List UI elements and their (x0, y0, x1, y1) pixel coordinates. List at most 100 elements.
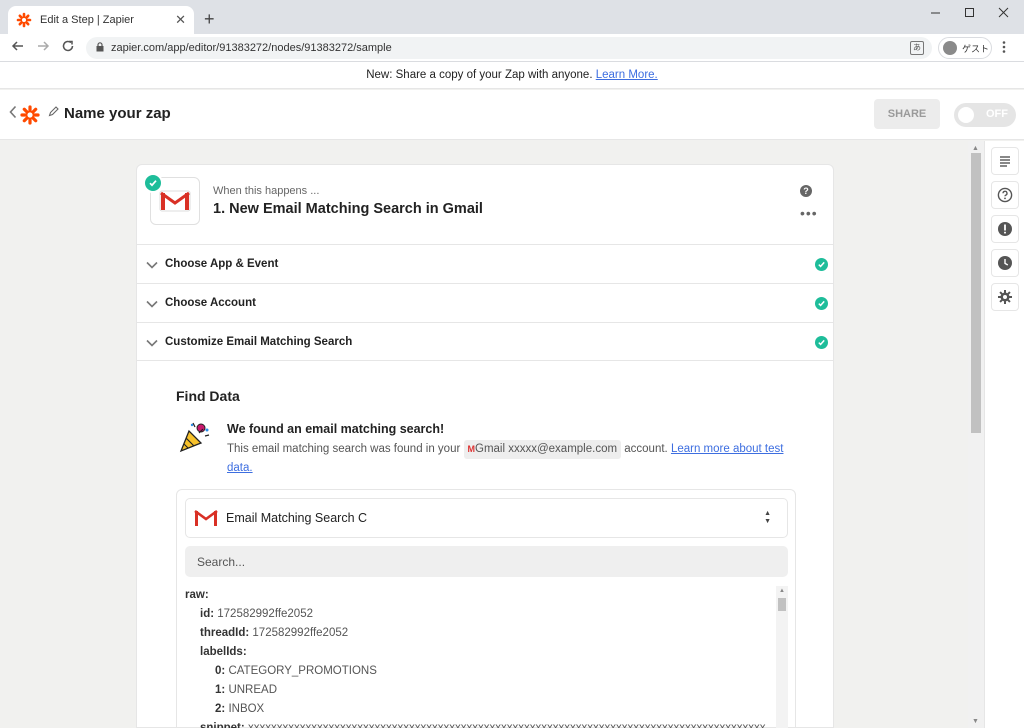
sample-scrollbar[interactable]: ▲ (776, 586, 788, 728)
check-circle-icon (815, 258, 828, 271)
check-circle-icon (815, 336, 828, 349)
found-title: We found an email matching search! (227, 422, 445, 436)
found-description: This email matching search was found in … (227, 440, 797, 478)
tree-row[interactable]: snippet: xxxxxxxxxxxxxxxxxxxxxxxxxxxxxxx… (185, 719, 775, 728)
tree-key: snippet: (200, 722, 245, 728)
tab-close-icon[interactable]: ✕ (175, 12, 186, 28)
party-popper-icon (177, 421, 211, 455)
chevron-down-icon (146, 258, 158, 272)
sample-data-panel: Email Matching Search C ▲▼ raw: id: 1725… (176, 489, 796, 728)
step-complete-check-icon (143, 173, 163, 193)
tree-value: 172582992ffe2052 (252, 627, 349, 639)
tree-key: raw: (185, 589, 209, 601)
tree-row[interactable]: 2: INBOX (185, 700, 775, 719)
tree-row[interactable]: raw: (185, 586, 775, 605)
gmail-mini-icon: M (467, 444, 476, 454)
scrollbar-thumb[interactable] (778, 598, 786, 611)
section-choose-app-event[interactable]: Choose App & Event (137, 244, 833, 283)
banner-learn-more-link[interactable]: Learn More. (596, 69, 658, 81)
tree-key: id: (200, 608, 215, 620)
alert-icon[interactable] (991, 215, 1019, 243)
profile-button[interactable]: ゲスト (938, 37, 992, 59)
found-desc-text: This email matching search was found in … (227, 443, 461, 455)
scroll-up-icon[interactable]: ▲ (779, 588, 785, 594)
translate-icon[interactable]: あ (910, 41, 924, 55)
step-card: When this happens ... 1. New Email Match… (136, 164, 834, 728)
browser-tab[interactable]: Edit a Step | Zapier ✕ (8, 6, 194, 34)
reload-icon[interactable] (61, 39, 75, 56)
tree-value: CATEGORY_PROMOTIONS (228, 665, 377, 677)
tree-key: labelIds: (200, 646, 247, 658)
trigger-subtitle: When this happens ... (213, 185, 320, 197)
new-tab-button[interactable]: + (204, 9, 215, 29)
maximize-icon[interactable] (964, 6, 975, 21)
tree-key: 2: (215, 703, 226, 715)
tree-row[interactable]: 0: CATEGORY_PROMOTIONS (185, 662, 775, 681)
account-pill-label: Gmail xxxxx@example.com (475, 443, 618, 455)
section-choose-account[interactable]: Choose Account (137, 283, 833, 322)
details-icon[interactable] (991, 147, 1019, 175)
history-icon[interactable] (991, 249, 1019, 277)
tree-value: xxxxxxxxxxxxxxxxxxxxxxxxxxxxxxxxxxxxxxxx… (247, 722, 766, 728)
minimize-icon[interactable] (930, 6, 941, 21)
address-bar[interactable]: zapier.com/app/editor/91383272/nodes/913… (86, 37, 932, 59)
tree-row[interactable]: id: 172582992ffe2052 (185, 605, 775, 624)
section-label: Choose Account (165, 297, 256, 309)
sample-search-input[interactable] (185, 546, 788, 577)
chevron-down-icon (146, 297, 158, 311)
chevron-down-icon (146, 336, 158, 350)
page-scrollbar[interactable]: ▲ ▼ (968, 141, 984, 728)
lock-icon (96, 42, 104, 54)
back-arrow-icon[interactable] (11, 39, 25, 56)
zap-on-off-toggle[interactable]: OFF (954, 103, 1016, 127)
tree-value: 172582992ffe2052 (217, 608, 313, 620)
browser-toolbar: zapier.com/app/editor/91383272/nodes/913… (0, 34, 1024, 62)
scrollbar-thumb[interactable] (971, 153, 981, 433)
zapier-favicon-icon (16, 12, 32, 28)
tree-value: INBOX (228, 703, 265, 715)
check-circle-icon (815, 297, 828, 310)
toggle-knob (958, 107, 974, 123)
back-chevron-icon[interactable] (9, 105, 17, 124)
help-circle-icon[interactable] (991, 181, 1019, 209)
share-button[interactable]: SHARE (874, 99, 940, 129)
step-title[interactable]: 1. New Email Matching Search in Gmail (213, 201, 483, 217)
tab-title: Edit a Step | Zapier (40, 14, 134, 26)
tree-key: threadId: (200, 627, 250, 639)
zapier-logo-icon[interactable] (20, 105, 40, 125)
browser-tabbar: Edit a Step | Zapier ✕ + (0, 0, 1024, 34)
url-text: zapier.com/app/editor/91383272/nodes/913… (111, 42, 392, 54)
zap-name-field[interactable]: Name your zap (64, 105, 171, 122)
pencil-icon[interactable] (48, 106, 59, 120)
window-close-icon[interactable] (998, 6, 1009, 21)
tree-row[interactable]: 1: UNREAD (185, 681, 775, 700)
avatar-icon (943, 41, 957, 55)
right-sidebar (984, 141, 1024, 728)
browser-menu-icon[interactable] (1002, 40, 1006, 57)
section-label: Customize Email Matching Search (165, 336, 353, 348)
section-label: Choose App & Event (165, 258, 279, 270)
section-customize-search[interactable]: Customize Email Matching Search (137, 322, 833, 361)
find-data-heading: Find Data (176, 388, 240, 404)
tree-row[interactable]: threadId: 172582992ffe2052 (185, 624, 775, 643)
profile-label: ゲスト (962, 43, 990, 54)
forward-arrow-icon[interactable] (36, 39, 50, 56)
sample-data-tree: raw: id: 172582992ffe2052 threadId: 17258… (185, 586, 775, 728)
scroll-up-icon[interactable]: ▲ (972, 145, 979, 152)
tree-key: 0: (215, 665, 226, 677)
settings-icon[interactable] (991, 283, 1019, 311)
sample-select[interactable]: Email Matching Search C ▲ ▼ (185, 498, 788, 538)
tree-key: 1: (215, 684, 226, 696)
announcement-banner: New: Share a copy of your Zap with anyon… (0, 62, 1024, 89)
help-icon[interactable]: ? (800, 185, 812, 197)
found-desc-suffix: account. (624, 443, 668, 455)
account-pill: MGmail xxxxx@example.com (463, 440, 622, 459)
editor-header: Name your zap SHARE OFF (0, 90, 1024, 140)
scroll-down-icon[interactable]: ▼ (972, 718, 979, 725)
banner-text: New: Share a copy of your Zap with anyon… (366, 69, 593, 81)
gmail-icon (194, 509, 218, 530)
toggle-label: OFF (986, 108, 1008, 120)
tree-value: UNREAD (228, 684, 277, 696)
tree-row[interactable]: labelIds: (185, 643, 775, 662)
more-options-icon[interactable]: ••• (800, 205, 818, 221)
